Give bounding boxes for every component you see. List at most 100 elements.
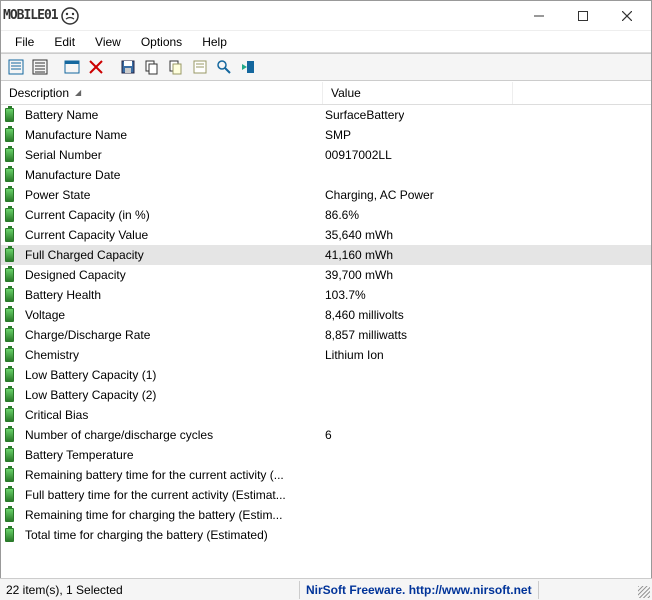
menubar: File Edit View Options Help bbox=[1, 31, 651, 53]
battery-icon bbox=[5, 428, 19, 442]
tb-properties-icon[interactable] bbox=[61, 56, 83, 78]
tb-copy-icon[interactable] bbox=[141, 56, 163, 78]
battery-icon bbox=[5, 248, 19, 262]
list-item[interactable]: Number of charge/discharge cycles6 bbox=[1, 425, 651, 445]
column-headers: Description ◢ Value bbox=[1, 81, 651, 105]
battery-icon bbox=[5, 108, 19, 122]
cell-description: Current Capacity Value bbox=[25, 228, 325, 242]
close-button[interactable] bbox=[605, 2, 649, 30]
sort-indicator-icon: ◢ bbox=[75, 88, 81, 97]
menu-view[interactable]: View bbox=[85, 33, 131, 51]
list-item[interactable]: Serial Number00917002LL bbox=[1, 145, 651, 165]
list-item[interactable]: Battery NameSurfaceBattery bbox=[1, 105, 651, 125]
list-item[interactable]: Remaining battery time for the current a… bbox=[1, 465, 651, 485]
cell-description: Battery Health bbox=[25, 288, 325, 302]
battery-icon bbox=[5, 388, 19, 402]
list-item[interactable]: Voltage8,460 millivolts bbox=[1, 305, 651, 325]
cell-value: 00917002LL bbox=[325, 148, 392, 162]
battery-icon bbox=[5, 408, 19, 422]
battery-icon bbox=[5, 128, 19, 142]
list-item[interactable]: Manufacture Date bbox=[1, 165, 651, 185]
tb-copytext-icon[interactable] bbox=[165, 56, 187, 78]
cell-description: Designed Capacity bbox=[25, 268, 325, 282]
cell-value: 41,160 mWh bbox=[325, 248, 393, 262]
cell-description: Number of charge/discharge cycles bbox=[25, 428, 325, 442]
battery-icon bbox=[5, 468, 19, 482]
header-value[interactable]: Value bbox=[323, 82, 513, 104]
menu-file[interactable]: File bbox=[5, 33, 44, 51]
list-item[interactable]: Battery Health103.7% bbox=[1, 285, 651, 305]
cell-description: Total time for charging the battery (Est… bbox=[25, 528, 325, 542]
cell-description: Serial Number bbox=[25, 148, 325, 162]
cell-description: Current Capacity (in %) bbox=[25, 208, 325, 222]
list-item[interactable]: Designed Capacity39,700 mWh bbox=[1, 265, 651, 285]
tb-exit-icon[interactable] bbox=[237, 56, 259, 78]
maximize-button[interactable] bbox=[561, 2, 605, 30]
cell-value: 39,700 mWh bbox=[325, 268, 393, 282]
battery-icon bbox=[5, 528, 19, 542]
statusbar: 22 item(s), 1 Selected NirSoft Freeware.… bbox=[0, 578, 652, 600]
cell-value: 8,857 milliwatts bbox=[325, 328, 407, 342]
battery-icon bbox=[5, 488, 19, 502]
cell-description: Manufacture Name bbox=[25, 128, 325, 142]
list-item[interactable]: Current Capacity (in %)86.6% bbox=[1, 205, 651, 225]
cell-description: Critical Bias bbox=[25, 408, 325, 422]
cell-value: 103.7% bbox=[325, 288, 366, 302]
cell-description: Remaining time for charging the battery … bbox=[25, 508, 325, 522]
tb-save-icon[interactable] bbox=[117, 56, 139, 78]
minimize-button[interactable] bbox=[517, 2, 561, 30]
list-item[interactable]: Total time for charging the battery (Est… bbox=[1, 525, 651, 545]
list-item[interactable]: Critical Bias bbox=[1, 405, 651, 425]
tb-list-view-icon[interactable] bbox=[29, 56, 51, 78]
cell-description: Voltage bbox=[25, 308, 325, 322]
titlebar: MOBILE01 bbox=[1, 1, 651, 31]
toolbar bbox=[1, 53, 651, 81]
battery-icon bbox=[5, 268, 19, 282]
cell-value: 35,640 mWh bbox=[325, 228, 393, 242]
cell-value: 8,460 millivolts bbox=[325, 308, 404, 322]
battery-icon bbox=[5, 508, 19, 522]
cell-description: Battery Name bbox=[25, 108, 325, 122]
battery-icon bbox=[5, 148, 19, 162]
list-item[interactable]: Remaining time for charging the battery … bbox=[1, 505, 651, 525]
list-item[interactable]: Low Battery Capacity (2) bbox=[1, 385, 651, 405]
cell-value: 6 bbox=[325, 428, 332, 442]
battery-icon bbox=[5, 348, 19, 362]
battery-icon bbox=[5, 288, 19, 302]
cell-description: Manufacture Date bbox=[25, 168, 325, 182]
list-item[interactable]: Full Charged Capacity41,160 mWh bbox=[1, 245, 651, 265]
tb-find-icon[interactable] bbox=[213, 56, 235, 78]
tb-html-report-icon[interactable] bbox=[189, 56, 211, 78]
menu-options[interactable]: Options bbox=[131, 33, 192, 51]
tb-detail-view-icon[interactable] bbox=[5, 56, 27, 78]
battery-icon bbox=[5, 328, 19, 342]
battery-icon bbox=[5, 308, 19, 322]
battery-icon bbox=[5, 168, 19, 182]
cell-description: Low Battery Capacity (2) bbox=[25, 388, 325, 402]
menu-help[interactable]: Help bbox=[192, 33, 237, 51]
list-item[interactable]: Full battery time for the current activi… bbox=[1, 485, 651, 505]
header-description[interactable]: Description ◢ bbox=[1, 82, 323, 104]
list-item[interactable]: Manufacture NameSMP bbox=[1, 125, 651, 145]
battery-icon bbox=[5, 208, 19, 222]
list-item[interactable]: Low Battery Capacity (1) bbox=[1, 365, 651, 385]
app-title: MOBILE01 bbox=[3, 8, 58, 23]
list-item[interactable]: Battery Temperature bbox=[1, 445, 651, 465]
cell-value: 86.6% bbox=[325, 208, 359, 222]
cell-description: Power State bbox=[25, 188, 325, 202]
list-view[interactable]: Battery NameSurfaceBatteryManufacture Na… bbox=[1, 105, 651, 570]
list-item[interactable]: ChemistryLithium Ion bbox=[1, 345, 651, 365]
menu-edit[interactable]: Edit bbox=[44, 33, 85, 51]
cell-description: Low Battery Capacity (1) bbox=[25, 368, 325, 382]
status-credit: NirSoft Freeware. http://www.nirsoft.net bbox=[300, 581, 539, 599]
list-item[interactable]: Charge/Discharge Rate8,857 milliwatts bbox=[1, 325, 651, 345]
cell-description: Full battery time for the current activi… bbox=[25, 488, 325, 502]
header-value-label: Value bbox=[331, 86, 361, 100]
resize-grip-icon[interactable] bbox=[638, 586, 650, 598]
battery-icon bbox=[5, 368, 19, 382]
cell-description: Full Charged Capacity bbox=[25, 248, 325, 262]
battery-icon bbox=[5, 228, 19, 242]
list-item[interactable]: Current Capacity Value35,640 mWh bbox=[1, 225, 651, 245]
list-item[interactable]: Power StateCharging, AC Power bbox=[1, 185, 651, 205]
tb-delete-icon[interactable] bbox=[85, 56, 107, 78]
